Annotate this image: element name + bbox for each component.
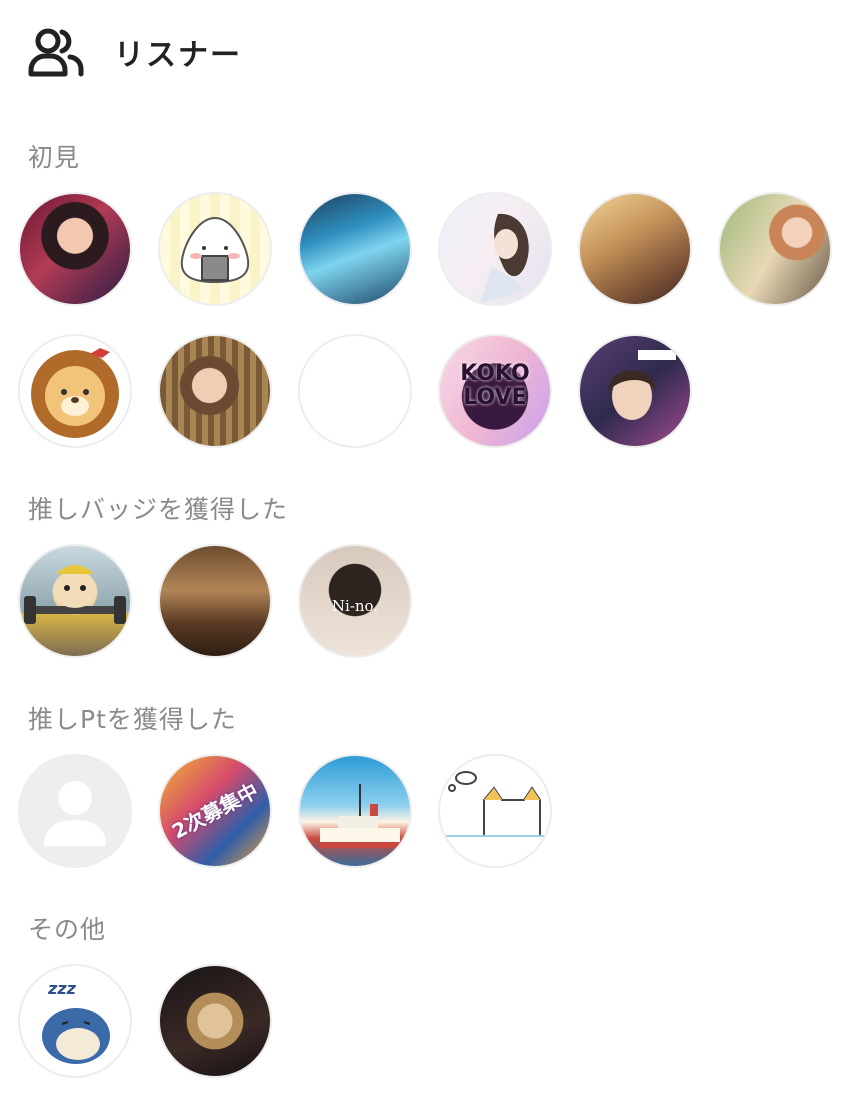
- section-title-oshi-pt: 推しPtを獲得した: [28, 705, 237, 734]
- avatar-grid-other: zzz: [18, 964, 832, 1078]
- avatar-koko-love[interactable]: KOKO LOVE: [438, 334, 552, 448]
- avatar-horse-race[interactable]: [158, 544, 272, 658]
- ship-icon: [320, 784, 400, 848]
- avatar-grid-oshi-pt: 2次募集中: [18, 754, 832, 868]
- section-title-first-visit: 初見: [28, 143, 81, 172]
- hamster-icon: [24, 565, 126, 624]
- avatar-recruiting[interactable]: 2次募集中: [158, 754, 272, 868]
- lion-icon: [31, 348, 119, 438]
- avatar-lion[interactable]: [18, 334, 132, 448]
- woman-illustration-icon: [480, 213, 529, 304]
- users-icon: [28, 28, 84, 77]
- avatar-onigiri[interactable]: [158, 192, 272, 306]
- avatar-ship[interactable]: [298, 754, 412, 868]
- section-title-other: その他: [28, 915, 107, 944]
- avatar-ni-no[interactable]: Ni-no.: [298, 544, 412, 658]
- avatar-dark-woman[interactable]: [158, 964, 272, 1078]
- avatar-blonde-woman[interactable]: [578, 192, 692, 306]
- section-title-oshi-badge: 推しバッジを獲得した: [28, 495, 289, 524]
- avatar-ni-no-text: Ni-no.: [331, 597, 379, 615]
- collage-woman-icon: [608, 350, 676, 420]
- avatar-cat[interactable]: [438, 754, 552, 868]
- avatar-hamster[interactable]: [18, 544, 132, 658]
- avatar-blue-character[interactable]: [298, 192, 412, 306]
- avatar-woman-flowers[interactable]: [718, 192, 832, 306]
- cat-icon: [440, 771, 550, 837]
- avatar-woman-hair-flower[interactable]: [158, 334, 272, 448]
- avatar-girl-red-hair[interactable]: [18, 192, 132, 306]
- avatar-zzz-text: zzz: [48, 979, 76, 998]
- onigiri-icon: [180, 216, 250, 284]
- avatar-default[interactable]: [18, 754, 132, 868]
- default-user-icon: [44, 781, 106, 846]
- avatar-blank[interactable]: [298, 334, 412, 448]
- avatar-sleeping-snorlax[interactable]: zzz: [18, 964, 132, 1078]
- avatar-collage-woman[interactable]: [578, 334, 692, 448]
- page-title: リスナー: [114, 38, 242, 73]
- avatar-koko-love-text: KOKO LOVE: [460, 361, 530, 411]
- avatar-grid-first-visit: KOKO LOVE: [18, 192, 832, 448]
- page-header: リスナー: [28, 22, 242, 82]
- avatar-grid-oshi-badge: Ni-no.: [18, 544, 832, 658]
- avatar-illustrated-woman[interactable]: [438, 192, 552, 306]
- avatar-recruiting-text: 2次募集中: [167, 778, 263, 844]
